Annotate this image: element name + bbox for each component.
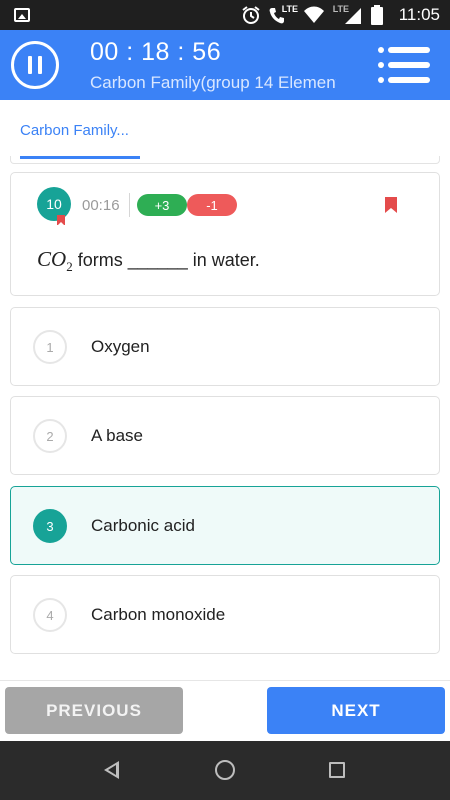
- navigation-action-bar: PREVIOUS NEXT: [0, 680, 450, 741]
- app-header: 00 : 18 : 56 Carbon Family(group 14 Elem…: [0, 30, 450, 100]
- battery-icon: [370, 5, 383, 25]
- status-bar: LTE LTE 11:05: [0, 0, 450, 30]
- pause-button[interactable]: [11, 41, 59, 89]
- option-number: 4: [33, 598, 67, 632]
- negative-marks-badge: -1: [187, 194, 237, 216]
- option-label: Oxygen: [91, 337, 150, 356]
- clock-time: 11:05: [398, 5, 440, 24]
- list-menu-icon-row: [378, 47, 430, 53]
- question-bookmarked-icon: [57, 215, 65, 226]
- question-number: 10: [37, 187, 71, 221]
- question-list-menu-button[interactable]: [378, 47, 430, 83]
- option-label: A base: [91, 426, 143, 445]
- status-icons: LTE LTE 11:05: [241, 0, 440, 30]
- test-subtitle: Carbon Family(group 14 Elements): [90, 73, 336, 92]
- positive-marks-badge: +3: [137, 194, 187, 216]
- bookmark-icon[interactable]: [385, 197, 397, 213]
- tab-label: Carbon Family...: [20, 122, 129, 139]
- exam-timer: 00 : 18 : 56: [90, 38, 222, 66]
- section-tab-bar: Carbon Family...: [0, 100, 450, 160]
- option-number: 2: [33, 419, 67, 453]
- call-lte-label: LTE: [281, 4, 299, 14]
- option-2[interactable]: 2 A base: [10, 396, 440, 475]
- question-card: 10 00:16 +3 -1 CO2 forms ______ in water…: [10, 172, 440, 296]
- wifi-icon: [303, 6, 324, 23]
- option-label: Carbonic acid: [91, 516, 195, 535]
- option-4[interactable]: 4 Carbon monoxide: [10, 575, 440, 654]
- option-1[interactable]: 1 Oxygen: [10, 307, 440, 386]
- tab-carbon-family[interactable]: Carbon Family...: [20, 100, 140, 160]
- back-icon[interactable]: [104, 761, 119, 779]
- option-label: Carbon monoxide: [91, 605, 226, 624]
- question-formula: CO2: [37, 247, 73, 275]
- list-menu-icon-row: [378, 77, 430, 83]
- wifi-call-icon: LTE: [269, 4, 299, 25]
- signal-icon: LTE: [333, 4, 363, 25]
- question-time-spent: 00:16: [82, 197, 120, 214]
- alarm-icon: [242, 6, 260, 24]
- previous-button[interactable]: PREVIOUS: [5, 687, 183, 734]
- divider: [129, 193, 130, 217]
- option-number: 1: [33, 330, 67, 364]
- pause-icon-bar-left: [28, 56, 32, 74]
- next-button[interactable]: NEXT: [267, 687, 445, 734]
- recent-apps-icon[interactable]: [329, 762, 345, 778]
- question-text: CO2 forms ______ in water.: [37, 247, 260, 275]
- question-content[interactable]: 10 00:16 +3 -1 CO2 forms ______ in water…: [0, 156, 450, 680]
- system-navigation-bar: [0, 741, 450, 800]
- home-icon[interactable]: [215, 760, 235, 780]
- pause-icon-bar-right: [38, 56, 42, 74]
- list-menu-icon-row: [378, 62, 430, 68]
- previous-card-edge: [10, 156, 440, 164]
- question-statement: forms ______ in water.: [77, 250, 260, 270]
- option-number: 3: [33, 509, 67, 543]
- option-3[interactable]: 3 Carbonic acid: [10, 486, 440, 565]
- image-notification-icon: [14, 8, 30, 22]
